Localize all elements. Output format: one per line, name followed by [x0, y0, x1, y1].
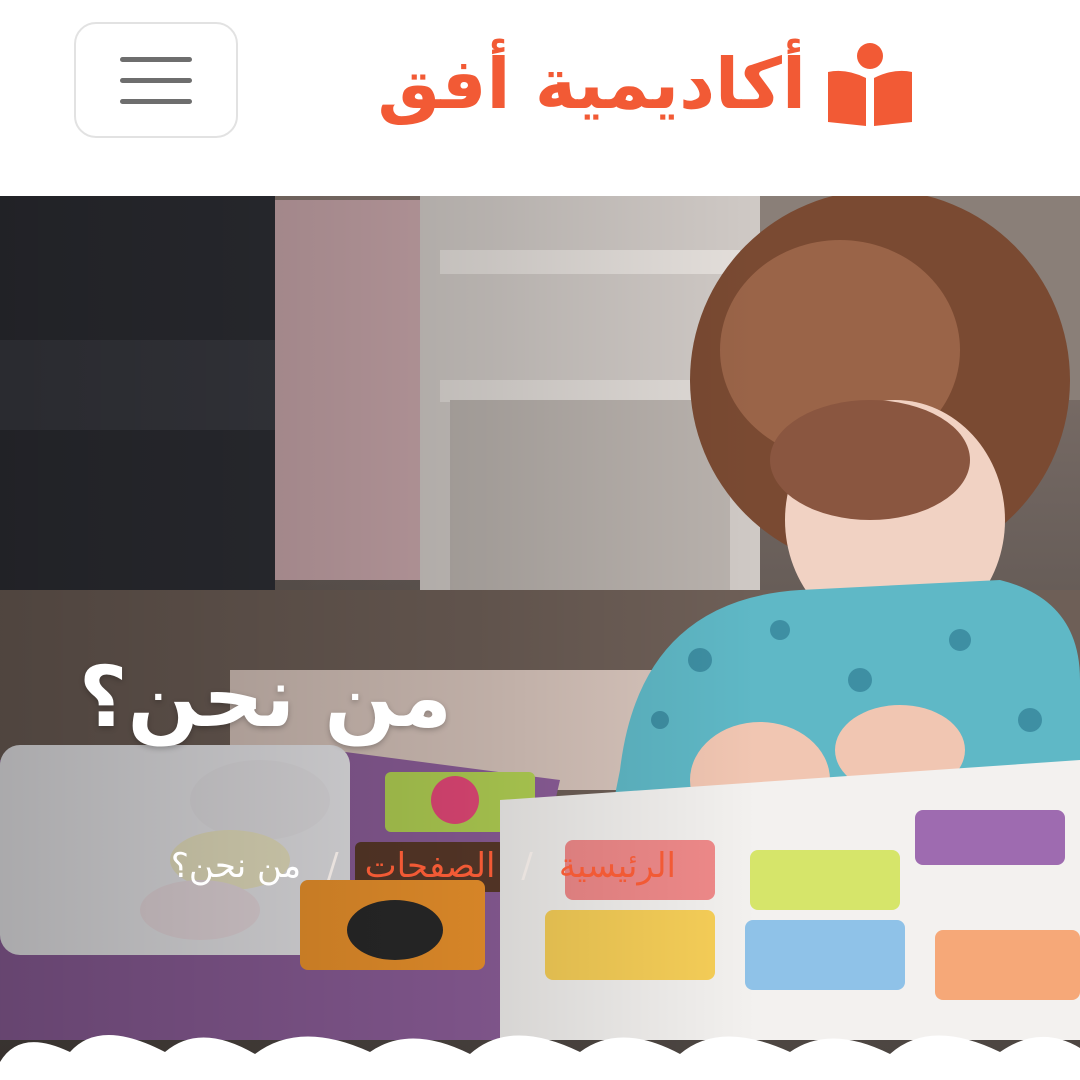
breadcrumb: الرئيسية / الصفحات / من نحن؟: [171, 846, 676, 886]
breadcrumb-separator: /: [521, 846, 533, 886]
hamburger-menu-icon: [120, 77, 192, 83]
page-title: من نحن؟: [78, 648, 452, 746]
breadcrumb-current: من نحن؟: [170, 846, 302, 886]
hamburger-menu-icon: [120, 98, 192, 104]
menu-button[interactable]: [74, 22, 238, 138]
reading-child-icon: [828, 43, 912, 126]
hero-overlay: [0, 160, 1080, 1080]
hamburger-menu-icon: [120, 56, 192, 62]
footer-scallop-divider: [0, 1035, 1080, 1080]
hero-banner: من نحن؟ الرئيسية / الصفحات / من نحن؟: [0, 160, 1080, 1080]
breadcrumb-pages-link[interactable]: الصفحات: [365, 846, 496, 886]
breadcrumb-home-link[interactable]: الرئيسية: [559, 846, 676, 886]
brand-logo[interactable]: أكاديمية أفق: [378, 34, 914, 134]
site-header: أكاديمية أفق: [0, 0, 1080, 196]
brand-name: أكاديمية أفق: [377, 43, 806, 125]
breadcrumb-separator: /: [327, 846, 339, 886]
